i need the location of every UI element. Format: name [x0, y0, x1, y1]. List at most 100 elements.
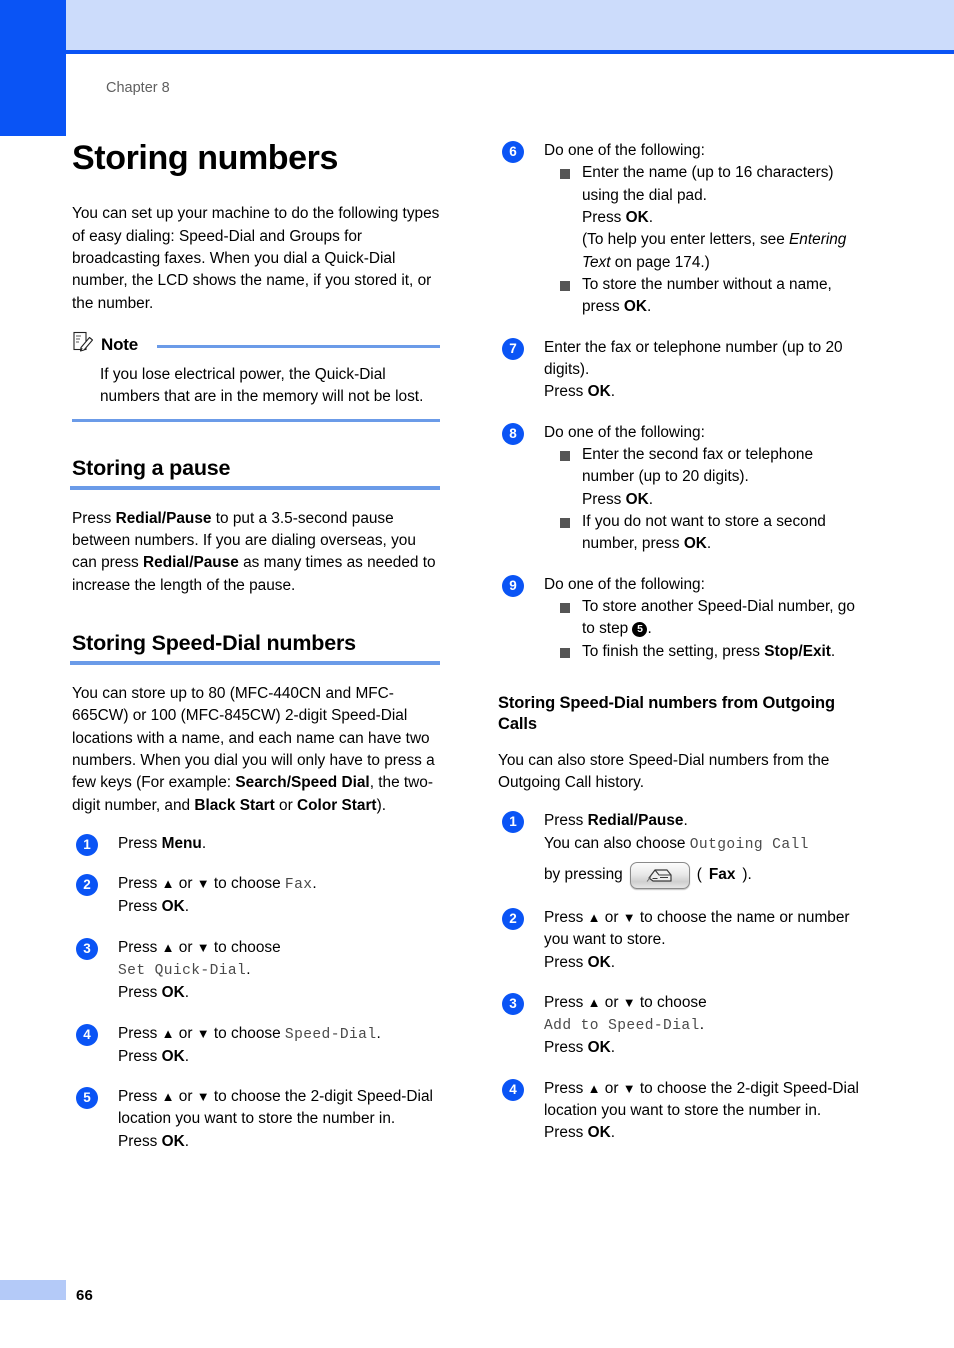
text-run: . [647, 620, 652, 638]
text-run: Do one of the following: [544, 575, 705, 593]
left-column: Storing numbers You can set up your mach… [70, 139, 440, 1171]
arrow-key-icon: ▲ [587, 1080, 601, 1096]
steps-list-right: 6 Do one of the following: Enter the name … [496, 140, 866, 663]
text-run: Press [118, 1088, 162, 1106]
bold-key-label: OK [625, 208, 649, 226]
arrow-key-icon: ▼ [622, 909, 636, 925]
bullet-list: To store another Speed-Dial number, go t… [544, 596, 866, 663]
text-run: Press [118, 1024, 162, 1042]
step-number-badge: 4 [76, 1023, 98, 1046]
bullet-item: Enter the second fax or telephone number… [560, 444, 866, 511]
bold-key-label: Menu [161, 834, 202, 852]
arrow-key-icon: ▲ [161, 939, 175, 955]
text-run: Do one of the following: [544, 142, 705, 159]
text-run: . [830, 642, 836, 660]
arrow-key-icon: ▼ [196, 876, 210, 892]
text-run: or [600, 908, 623, 926]
text-run: To store the number without a name, pres… [582, 275, 832, 316]
lcd-text: Outgoing Call [689, 836, 809, 853]
arrow-key-icon: ▼ [196, 939, 210, 955]
key-search-speed-dial: Search/Speed Dial [235, 774, 370, 792]
numbered-step: 4 Press ▲ or ▼ to choose Speed-Dial. Press… [70, 1023, 440, 1068]
bold-key-label: OK [161, 1047, 185, 1065]
text-run: Enter the fax or telephone number (up to… [544, 338, 843, 378]
note-box: Note If you lose electrical power, the Q… [72, 331, 440, 422]
text-run: Press [544, 993, 588, 1011]
text-run: . [706, 535, 712, 553]
note-body: If you lose electrical power, the Quick-… [100, 366, 424, 406]
text-line: Press OK. [544, 381, 866, 403]
text-line: Press ▲ or ▼ to choose [118, 937, 440, 959]
chapter-edge-tab [0, 0, 66, 136]
text-run: Press [72, 509, 116, 527]
steps-list-left: 1 Press Menu. 2 Press ▲ or ▼ to choose Fax.… [70, 833, 440, 1153]
step-reference-badge: 5 [632, 622, 648, 638]
text-run: to choose [209, 938, 281, 956]
page-number: 66 [76, 1287, 94, 1304]
text-line: Enter the fax or telephone number (up to… [544, 337, 866, 382]
step-number-badge: 4 [502, 1078, 524, 1101]
text-run: Press [544, 383, 588, 401]
page-title: Storing numbers [72, 139, 339, 177]
key-black-start: Black Start [194, 796, 275, 814]
arrow-key-icon: ▲ [161, 876, 175, 892]
text-run: Press [582, 490, 626, 508]
text-run: . [683, 812, 688, 830]
arrow-key-icon: ▲ [161, 1089, 175, 1105]
text-line: Press Menu. [118, 833, 440, 855]
text-run: Enter the name (up to 16 characters) usi… [582, 164, 834, 204]
text-line: To store another Speed-Dial number, go t… [582, 596, 866, 641]
bold-key-label: OK [587, 953, 611, 971]
text-line: Press ▲ or ▼ to choose the 2-digit Speed… [118, 1086, 440, 1131]
outgoing-calls-paragraph: You can also store Speed-Dial numbers fr… [498, 751, 830, 792]
text-line: Press OK. [582, 207, 866, 229]
numbered-step: 1 Press Redial/Pause. You can also choose … [496, 810, 866, 889]
key-redial-pause: Redial/Pause [115, 509, 212, 527]
bold-key-label: OK [587, 1039, 611, 1057]
text-line: Add to Speed-Dial. [544, 1014, 866, 1037]
arrow-key-icon: ▼ [196, 1089, 210, 1105]
bold-key-label: OK [161, 898, 185, 916]
square-bullet-icon [560, 517, 570, 528]
text-line: Enter the second fax or telephone number… [582, 444, 866, 489]
text-run: . [184, 984, 189, 1002]
square-bullet-icon [560, 280, 570, 291]
storing-speed-dial-paragraph: You can store up to 80 (MFC-440CN and MF… [72, 683, 440, 817]
text-run: . [648, 490, 653, 508]
text-line: Press OK. [544, 1122, 866, 1144]
text-run: by pressing [544, 866, 623, 884]
note-header: Note [72, 331, 440, 358]
storing-a-pause-paragraph: Press Redial/Pause to put a 3.5-second p… [72, 508, 440, 597]
text-run: . [610, 953, 615, 971]
text-run: to choose [209, 875, 285, 893]
lcd-text: Speed-Dial [284, 1026, 377, 1043]
steps-list-outgoing: 1 Press Redial/Pause. You can also choose … [496, 810, 866, 1144]
footer-accent-bar [0, 1280, 66, 1300]
numbered-step: 4 Press ▲ or ▼ to choose the 2-digit Spee… [496, 1078, 866, 1145]
text-run: ( [696, 866, 702, 884]
key-fax-label: Fax [708, 866, 736, 884]
text-run: Press [582, 208, 626, 226]
numbered-step: 3 Press ▲ or ▼ to choose Add to Speed-Dial… [496, 992, 866, 1060]
text-run: . [376, 1024, 381, 1042]
chapter-label: Chapter 8 [106, 80, 170, 96]
bullet-item: To store the number without a name, pres… [560, 274, 866, 319]
lcd-text: Fax [284, 877, 313, 894]
text-line: (To help you enter letters, see Entering… [582, 229, 866, 274]
section-heading-storing-a-pause: Storing a pause [72, 455, 231, 480]
text-run: Enter the second fax or telephone number… [582, 445, 814, 486]
text-line: To finish the setting, press Stop/Exit. [582, 641, 866, 663]
text-line: Press ▲ or ▼ to choose the 2-digit Speed… [544, 1078, 866, 1123]
text-run: or [600, 993, 623, 1011]
text-run: You can also choose [544, 834, 690, 852]
fax-key-icon[interactable] [629, 861, 690, 889]
text-run: Press [118, 1132, 162, 1150]
step-number-badge: 8 [502, 422, 524, 445]
text-run: or [174, 1024, 197, 1042]
text-line: Press ▲ or ▼ to choose the name or numbe… [544, 907, 866, 952]
bold-key-label: OK [625, 490, 649, 508]
text-line: If you do not want to store a second num… [582, 511, 866, 556]
step-number-badge: 7 [502, 337, 524, 360]
text-run: Press [544, 1039, 588, 1057]
fax-key-line: by pressing (Fax). [544, 861, 866, 889]
